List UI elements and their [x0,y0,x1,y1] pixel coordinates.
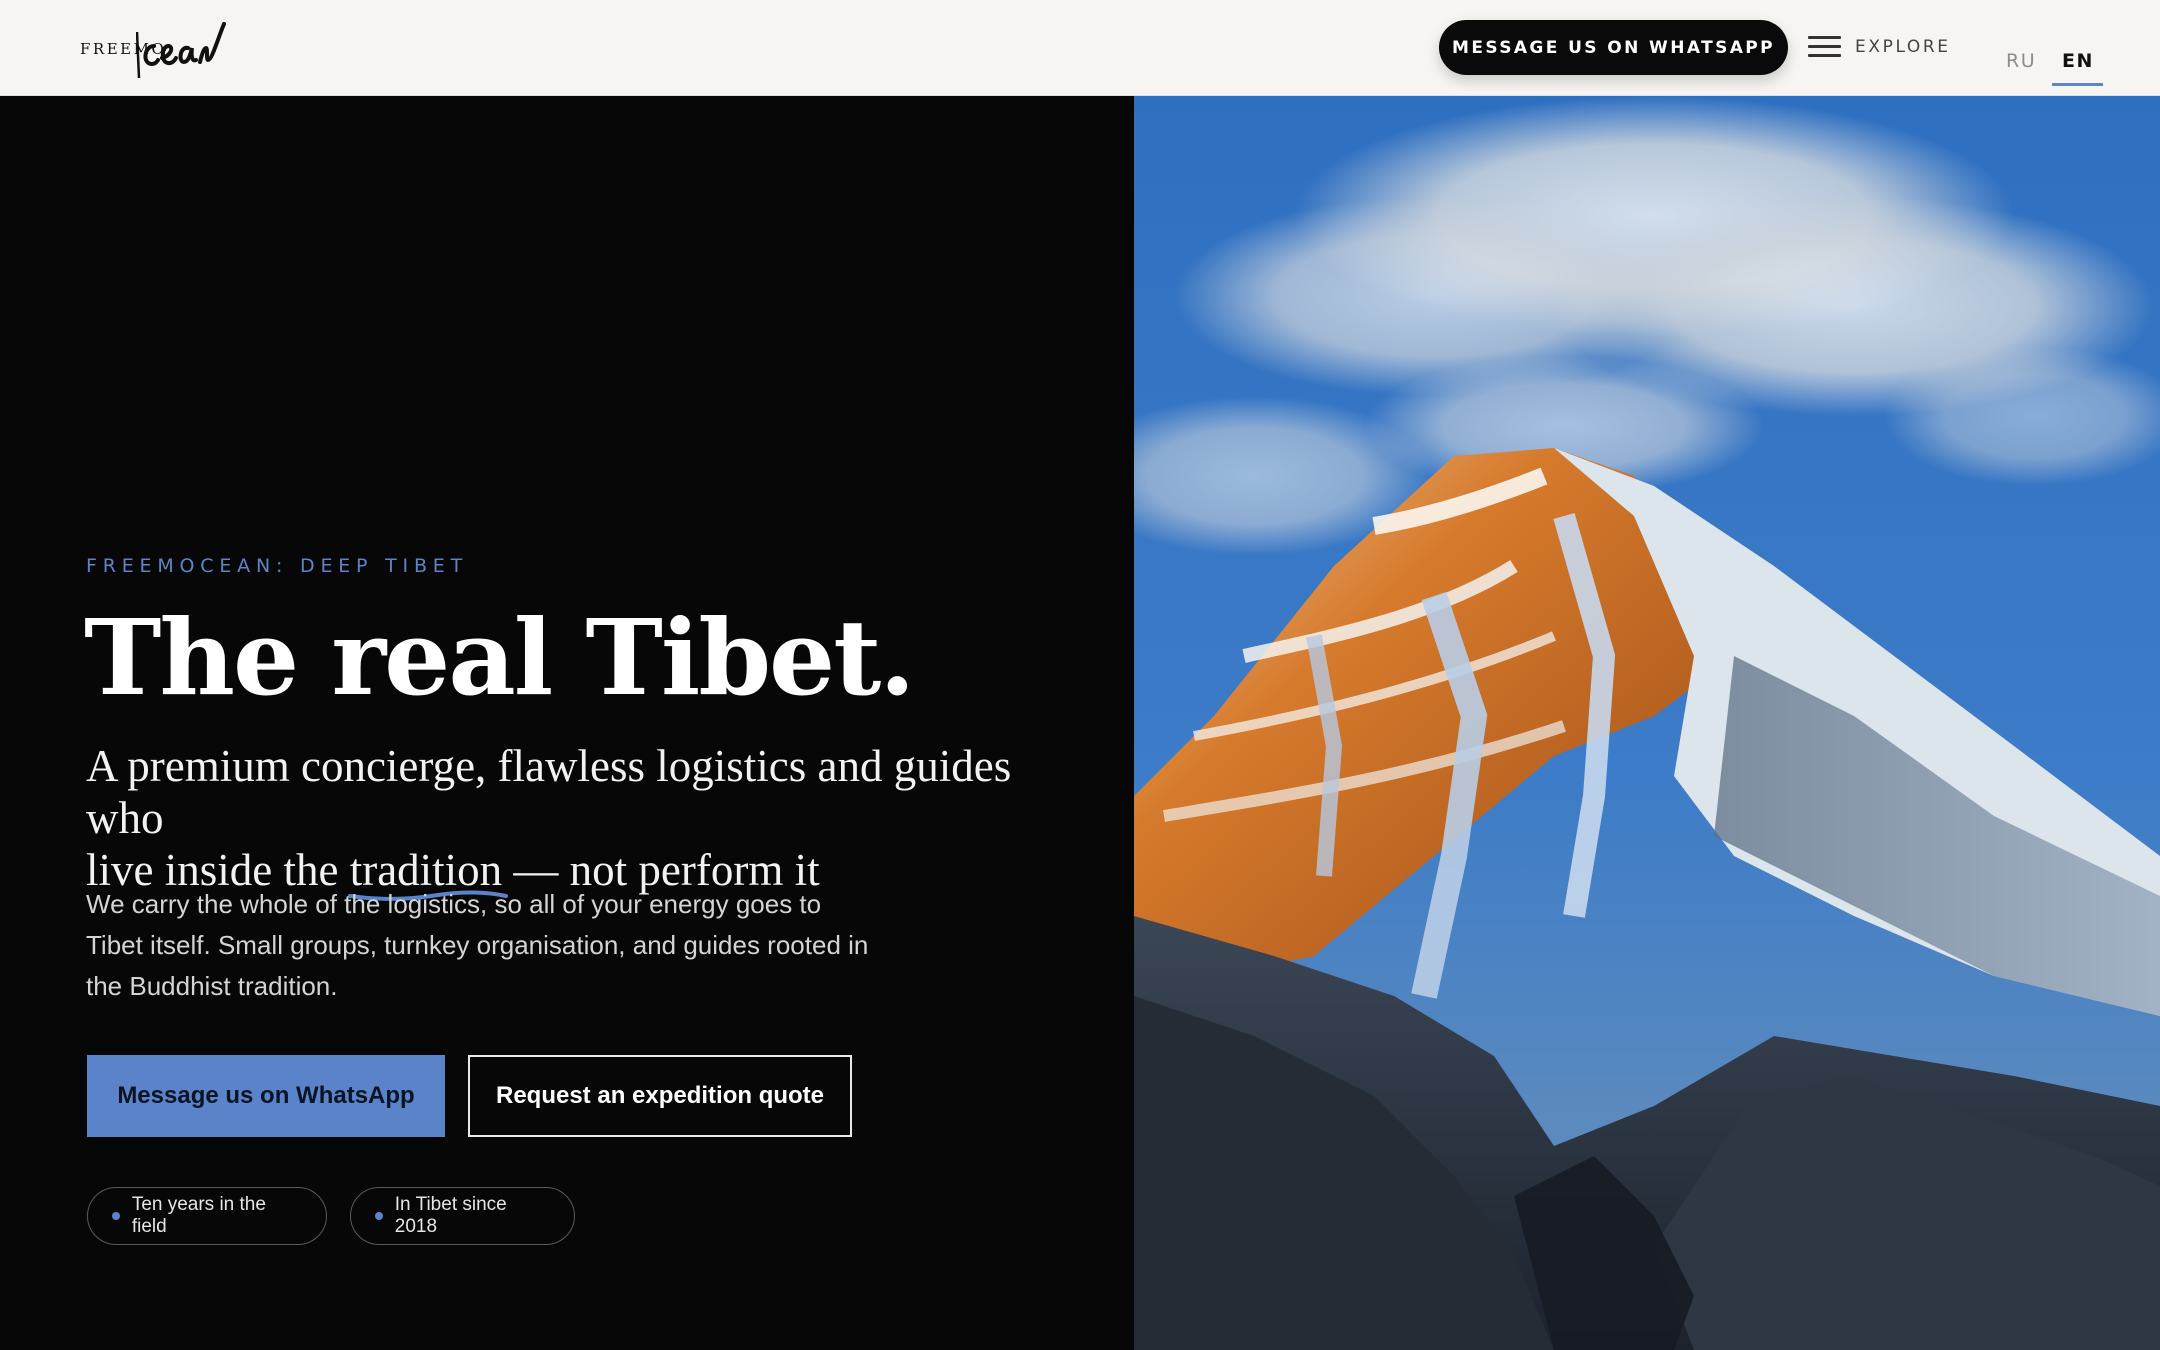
mountain-illustration [1134,96,2160,1350]
explore-label: EXPLORE [1855,37,1951,57]
language-ru[interactable]: RU [2006,50,2036,72]
active-language-indicator [2052,83,2103,86]
dot-icon [375,1212,383,1220]
dot-icon [112,1212,120,1220]
logo-script-mark [136,22,226,79]
freemocean-logo[interactable]: FREEMO [80,18,240,79]
badge-experience: Ten years in the field [87,1187,327,1245]
language-en[interactable]: EN [2062,50,2094,72]
hero-subtitle: A premium concierge, flawless logistics … [86,740,1086,901]
hero-title: The real Tibet. [84,596,915,719]
hero-eyebrow: FREEMOCEAN: DEEP TIBET [86,555,469,577]
badge-since: In Tibet since 2018 [350,1187,575,1245]
badge-since-label: In Tibet since 2018 [394,1194,507,1237]
hero-mountain-photo [1134,96,2160,1350]
explore-menu-button[interactable]: EXPLORE [1808,30,1951,64]
hero-description: We carry the whole of the logistics, so … [86,889,869,1001]
site-header: FREEMO MESSAGE US ON WHATSAPP EXPLORE RU… [0,0,2160,96]
badge-experience-label: Ten years in the field [131,1194,266,1237]
hamburger-menu-icon [1808,36,1841,58]
whatsapp-cta-button[interactable]: Message us on WhatsApp [87,1055,445,1137]
header-whatsapp-button[interactable]: MESSAGE US ON WHATSAPP [1439,20,1788,75]
subtitle-line-1: A premium concierge, flawless logistics … [86,741,1012,843]
expedition-quote-button[interactable]: Request an expedition quote [468,1055,852,1137]
